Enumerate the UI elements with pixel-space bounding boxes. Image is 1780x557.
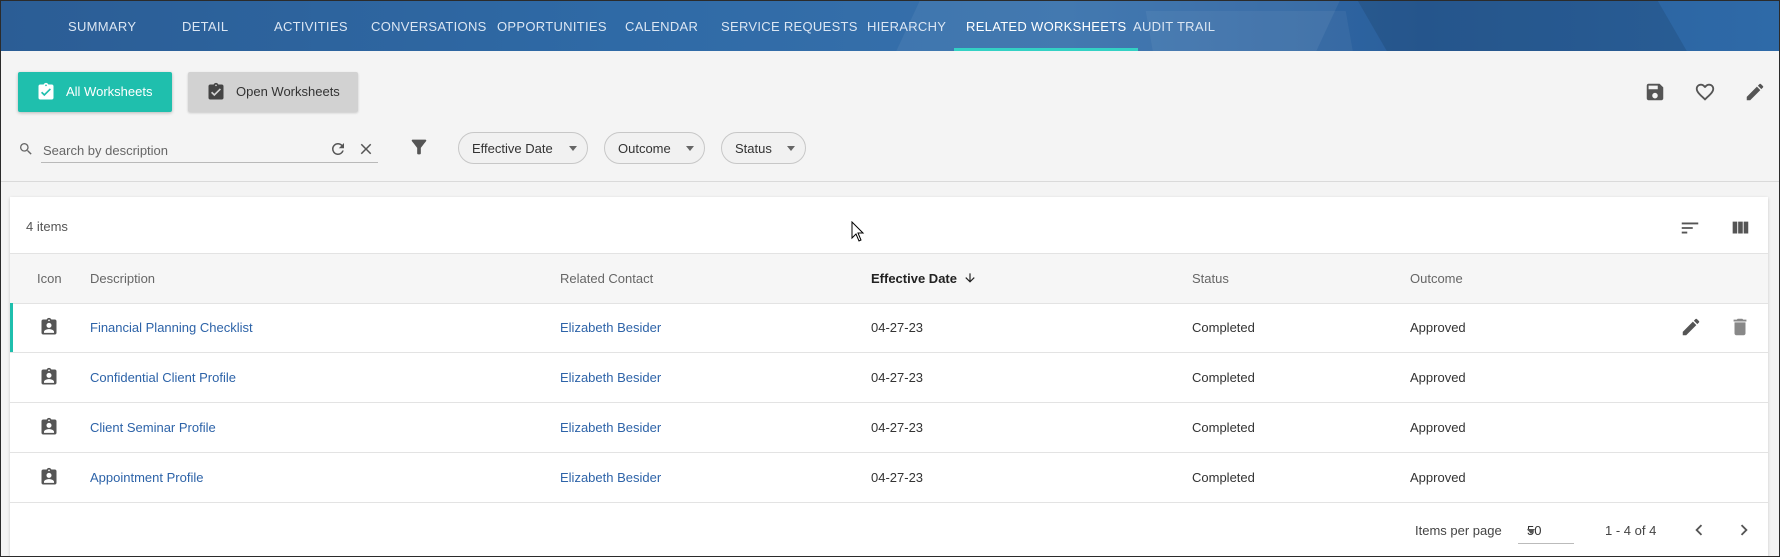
status-cell: Completed xyxy=(1192,470,1255,485)
column-header-description[interactable]: Description xyxy=(90,271,155,286)
tab-detail[interactable]: DETAIL xyxy=(182,1,228,51)
clipboard-account-icon xyxy=(41,417,57,435)
heart-icon[interactable] xyxy=(1694,81,1716,103)
page-range: 1 - 4 of 4 xyxy=(1605,523,1657,538)
outcome-cell: Approved xyxy=(1410,420,1466,435)
column-header-effective-date-label: Effective Date xyxy=(871,271,957,286)
table-row[interactable]: Financial Planning Checklist Elizabeth B… xyxy=(10,303,1768,353)
outcome-cell: Approved xyxy=(1410,370,1466,385)
effective-date-cell: 04-27-23 xyxy=(871,420,924,435)
effective-date-cell: 04-27-23 xyxy=(871,370,924,385)
tab-service-requests[interactable]: SERVICE REQUESTS xyxy=(721,1,858,51)
effective-date-cell: 04-27-23 xyxy=(871,320,924,335)
tab-related-worksheets[interactable]: RELATED WORKSHEETS xyxy=(953,1,1139,51)
outcome-cell: Approved xyxy=(1410,470,1466,485)
save-icon[interactable] xyxy=(1644,81,1666,103)
open-worksheets-label: Open Worksheets xyxy=(236,84,340,99)
column-header-outcome[interactable]: Outcome xyxy=(1410,271,1463,286)
sort-icon[interactable] xyxy=(1679,217,1701,239)
search-bar xyxy=(18,137,378,163)
app-frame: SUMMARY DETAIL ACTIVITIES CONVERSATIONS … xyxy=(0,0,1780,557)
all-worksheets-button[interactable]: All Worksheets xyxy=(18,72,172,112)
table-header: Icon Description Related Contact Effecti… xyxy=(10,253,1768,304)
tab-hierarchy[interactable]: HIERARCHY xyxy=(867,1,946,51)
items-per-page-label: Items per page xyxy=(1415,523,1502,538)
column-header-icon: Icon xyxy=(37,271,62,286)
clipboard-account-icon xyxy=(41,367,57,385)
search-input[interactable] xyxy=(41,139,325,161)
tab-calendar[interactable]: CALENDAR xyxy=(625,1,698,51)
mouse-cursor-icon xyxy=(851,221,865,242)
refresh-icon[interactable] xyxy=(329,140,347,158)
effective-date-cell: 04-27-23 xyxy=(871,470,924,485)
chevron-down-icon xyxy=(1527,529,1535,534)
table-row[interactable]: Client Seminar Profile Elizabeth Besider… xyxy=(10,403,1768,453)
item-count: 4 items xyxy=(26,219,68,234)
divider xyxy=(1,181,1779,182)
tab-activities[interactable]: ACTIVITIES xyxy=(274,1,348,51)
edit-icon[interactable] xyxy=(1744,81,1766,103)
chevron-right-icon[interactable] xyxy=(1733,519,1755,541)
status-filter-label: Status xyxy=(735,141,772,156)
items-per-page-select[interactable]: 50 xyxy=(1518,517,1574,544)
clipboard-check-icon xyxy=(208,82,224,100)
clipboard-account-icon xyxy=(41,467,57,485)
effective-date-filter-label: Effective Date xyxy=(472,141,553,156)
tab-opportunities[interactable]: OPPORTUNITIES xyxy=(497,1,607,51)
description-link[interactable]: Financial Planning Checklist xyxy=(90,320,253,335)
status-cell: Completed xyxy=(1192,370,1255,385)
clipboard-account-icon xyxy=(41,317,57,335)
tab-audit-trail[interactable]: AUDIT TRAIL xyxy=(1133,1,1215,51)
status-filter[interactable]: Status xyxy=(721,132,806,164)
contact-link[interactable]: Elizabeth Besider xyxy=(560,470,661,485)
effective-date-filter[interactable]: Effective Date xyxy=(458,132,588,164)
edit-icon[interactable] xyxy=(1680,316,1702,338)
chevron-left-icon[interactable] xyxy=(1688,519,1710,541)
column-header-status[interactable]: Status xyxy=(1192,271,1229,286)
column-header-related-contact[interactable]: Related Contact xyxy=(560,271,653,286)
outcome-cell: Approved xyxy=(1410,320,1466,335)
clipboard-check-icon xyxy=(38,82,54,100)
outcome-filter-label: Outcome xyxy=(618,141,671,156)
description-link[interactable]: Appointment Profile xyxy=(90,470,203,485)
pagination: Items per page 50 1 - 4 of 4 xyxy=(10,513,1768,553)
table-row[interactable]: Confidential Client Profile Elizabeth Be… xyxy=(10,353,1768,403)
column-header-effective-date[interactable]: Effective Date xyxy=(871,271,977,286)
chevron-down-icon xyxy=(569,146,577,151)
chevron-down-icon xyxy=(686,146,694,151)
status-cell: Completed xyxy=(1192,420,1255,435)
tab-summary[interactable]: SUMMARY xyxy=(68,1,136,51)
contact-link[interactable]: Elizabeth Besider xyxy=(560,420,661,435)
columns-icon[interactable] xyxy=(1729,217,1751,239)
description-link[interactable]: Confidential Client Profile xyxy=(90,370,236,385)
tab-conversations[interactable]: CONVERSATIONS xyxy=(371,1,487,51)
outcome-filter[interactable]: Outcome xyxy=(604,132,705,164)
description-link[interactable]: Client Seminar Profile xyxy=(90,420,216,435)
all-worksheets-label: All Worksheets xyxy=(66,84,153,99)
trash-icon[interactable] xyxy=(1729,316,1751,338)
contact-link[interactable]: Elizabeth Besider xyxy=(560,320,661,335)
open-worksheets-button[interactable]: Open Worksheets xyxy=(188,72,358,112)
top-nav: SUMMARY DETAIL ACTIVITIES CONVERSATIONS … xyxy=(1,1,1779,51)
search-icon xyxy=(20,143,32,155)
table-row[interactable]: Appointment Profile Elizabeth Besider 04… xyxy=(10,453,1768,503)
close-icon[interactable] xyxy=(357,140,375,158)
chevron-down-icon xyxy=(787,146,795,151)
contact-link[interactable]: Elizabeth Besider xyxy=(560,370,661,385)
worksheets-card: 4 items Icon Description Related Contact… xyxy=(10,197,1768,556)
status-cell: Completed xyxy=(1192,320,1255,335)
arrow-down-icon xyxy=(965,273,975,283)
filter-icon[interactable] xyxy=(408,136,430,158)
